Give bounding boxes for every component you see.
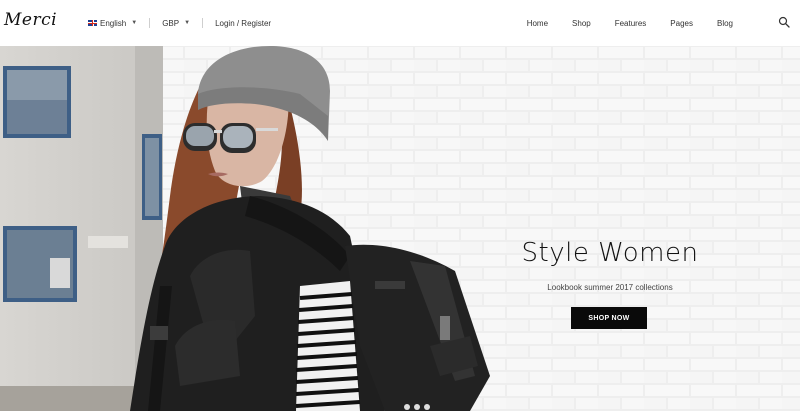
main-nav: Home Shop Features Pages Blog — [503, 16, 733, 30]
divider — [202, 18, 204, 28]
hero-slider: Style Women Lookbook summer 2017 collect… — [0, 46, 800, 411]
shop-now-button[interactable]: SHOP NOW — [571, 307, 647, 329]
slider-dot[interactable] — [424, 404, 430, 410]
divider — [149, 18, 151, 28]
slider-dot[interactable] — [404, 404, 410, 410]
currency-label: GBP — [162, 18, 180, 28]
site-header: Merci English ▼ GBP ▼ Login / Register H… — [0, 0, 800, 46]
language-selector[interactable]: English ▼ — [88, 19, 137, 28]
nav-blog[interactable]: Blog — [717, 19, 733, 28]
login-register-link[interactable]: Login / Register — [215, 19, 271, 28]
uk-flag-icon — [88, 20, 97, 26]
language-label: English — [100, 18, 127, 28]
slider-dot[interactable] — [414, 404, 420, 410]
slider-pagination — [404, 404, 434, 410]
nav-shop[interactable]: Shop — [572, 19, 591, 28]
nav-pages[interactable]: Pages — [670, 19, 693, 28]
currency-selector[interactable]: GBP ▼ — [162, 19, 190, 28]
site-logo[interactable]: Merci — [4, 10, 57, 30]
chevron-down-icon: ▼ — [184, 20, 191, 26]
hero-title: Style Women — [521, 238, 699, 268]
hero-image — [0, 46, 800, 411]
topbar: English ▼ GBP ▼ Login / Register — [88, 16, 271, 30]
search-icon[interactable] — [778, 15, 790, 28]
hero-subtitle: Lookbook summer 2017 collections — [547, 283, 673, 292]
chevron-down-icon: ▼ — [131, 20, 138, 26]
nav-features[interactable]: Features — [615, 19, 647, 28]
nav-home[interactable]: Home — [527, 19, 548, 28]
